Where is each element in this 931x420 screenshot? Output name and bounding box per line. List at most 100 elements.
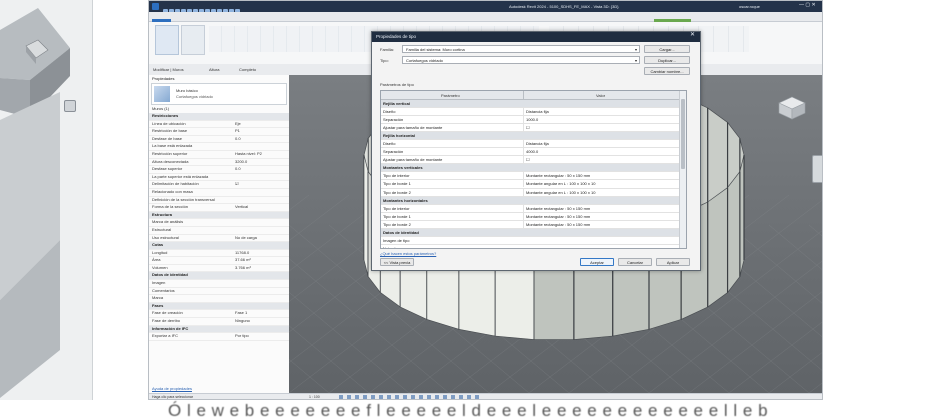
view-control-bar[interactable]: [339, 395, 479, 399]
parameter-row[interactable]: Separación 4000.0: [381, 148, 686, 157]
property-row[interactable]: La parte superior está enlazada: [149, 174, 289, 182]
property-row[interactable]: Restricción de base P1: [149, 128, 289, 136]
ok-button[interactable]: Aceptar: [580, 258, 614, 266]
property-row[interactable]: Longitud 11768.0: [149, 250, 289, 258]
apply-button[interactable]: Aplicar: [656, 258, 690, 266]
property-value[interactable]: 11768.0: [235, 250, 249, 256]
parameter-value[interactable]: 4000.0: [523, 148, 676, 156]
property-group[interactable]: Información de IFC: [149, 325, 289, 334]
property-row[interactable]: Restricción superior Hasta nivel: P2: [149, 151, 289, 159]
property-row[interactable]: Uso estructural No de carga: [149, 235, 289, 243]
parameter-group[interactable]: Rejilla horizontal: [381, 132, 686, 141]
property-row[interactable]: Desfase superior 0.0: [149, 166, 289, 174]
property-row[interactable]: Volumen 3.766 m³: [149, 265, 289, 273]
property-row[interactable]: Imagen: [149, 280, 289, 288]
grid-scrollbar[interactable]: [679, 91, 686, 248]
viewcube-icon[interactable]: [777, 95, 807, 121]
property-row[interactable]: Área 37.66 m²: [149, 257, 289, 265]
property-value[interactable]: 3.766 m³: [235, 265, 251, 271]
parameter-row[interactable]: Tipo de interior Montante rectangular : 5…: [381, 172, 686, 181]
window-controls[interactable]: — ▢ ✕: [799, 3, 816, 8]
property-value[interactable]: Vertical: [235, 204, 248, 210]
parameter-row[interactable]: Tipo de borde 1 Montante angular en L : 1…: [381, 180, 686, 189]
property-row[interactable]: Forma de la sección Vertical: [149, 204, 289, 212]
parameter-value[interactable]: Montante rectangular : 50 x 150 mm: [523, 212, 676, 220]
parameter-value[interactable]: ☐: [523, 124, 676, 132]
parameter-group[interactable]: Montantes verticales: [381, 164, 686, 173]
parameter-row[interactable]: Separación 1000.0: [381, 116, 686, 125]
view-scale[interactable]: 1 : 100: [309, 395, 320, 399]
parameter-value[interactable]: Montante rectangular : 50 x 150 mm: [523, 204, 676, 212]
property-row[interactable]: Marca de análisis: [149, 219, 289, 227]
app-logo-icon[interactable]: [152, 3, 159, 10]
parameter-row[interactable]: Nota clave: [381, 245, 686, 248]
property-row[interactable]: Desfase de base 0.0: [149, 136, 289, 144]
property-value[interactable]: Hasta nivel: P2: [235, 151, 262, 157]
parameter-row[interactable]: Tipo de borde 1 Montante rectangular : 50…: [381, 212, 686, 221]
parameter-group[interactable]: Montantes horizontales: [381, 196, 686, 205]
property-row[interactable]: Altura desconectada 3200.0: [149, 159, 289, 167]
user-name[interactable]: oscar.roque: [739, 4, 760, 9]
property-value[interactable]: Por tipo: [235, 333, 249, 339]
navigation-bar[interactable]: [812, 155, 822, 183]
parameter-value[interactable]: Montante angular en L : 100 x 100 x 10: [523, 180, 676, 188]
property-value[interactable]: No de carga: [235, 235, 257, 241]
property-value[interactable]: 0.0: [235, 166, 241, 172]
ribbon-modify-tool[interactable]: [155, 25, 179, 55]
property-row[interactable]: La base está enlazada: [149, 143, 289, 151]
property-row[interactable]: Fase de creación Fase 1: [149, 310, 289, 319]
parameter-value[interactable]: Montante rectangular : 50 x 150 mm: [523, 220, 676, 228]
instance-filter[interactable]: Muros (1): [152, 106, 169, 111]
parameter-row[interactable]: Imagen de tipo: [381, 237, 686, 245]
parameter-row[interactable]: Ajustar para tamaño de montante ☐: [381, 156, 686, 165]
viewcube-icon[interactable]: [64, 100, 76, 112]
property-row[interactable]: Marca: [149, 295, 289, 303]
property-value[interactable]: Ninguno: [235, 318, 250, 324]
left-3d-viewport[interactable]: [0, 0, 93, 400]
property-row[interactable]: Línea de ubicación Eje: [149, 121, 289, 129]
parameter-value[interactable]: ☐: [523, 156, 676, 164]
parameters-help-link[interactable]: ¿Qué hacen estos parámetros?: [380, 251, 436, 256]
property-row[interactable]: Delimitación de habitación ☑: [149, 181, 289, 189]
type-select[interactable]: Cortafuegos vidriado ▾: [402, 56, 640, 64]
parameter-row[interactable]: Ajustar para tamaño de montante ☐: [381, 124, 686, 133]
property-group[interactable]: Fases: [149, 302, 289, 311]
preview-button[interactable]: << Vista previa: [380, 258, 414, 266]
parameter-row[interactable]: Diseño Distancia fija: [381, 140, 686, 149]
property-group[interactable]: Cotas: [149, 242, 289, 250]
rename-button[interactable]: Cambiar nombre...: [644, 67, 690, 75]
parameter-group[interactable]: Datos de identidad: [381, 228, 686, 237]
parameter-value[interactable]: Distancia fija: [523, 140, 676, 148]
parameter-value[interactable]: Montante rectangular : 50 x 150 mm: [523, 172, 676, 180]
options-bar-item-complete[interactable]: Completo: [239, 67, 256, 72]
property-value[interactable]: ☑: [235, 181, 239, 187]
property-row[interactable]: Exportar a IFC Por tipo: [149, 333, 289, 341]
property-value[interactable]: 0.0: [235, 136, 241, 142]
ribbon-properties-tool[interactable]: [181, 25, 205, 55]
property-row[interactable]: Estructural: [149, 227, 289, 235]
property-value[interactable]: 3200.0: [235, 159, 247, 165]
duplicate-button[interactable]: Duplicar...: [644, 56, 690, 64]
family-select[interactable]: Familia del sistema: Muro cortina ▾: [402, 45, 640, 53]
parameter-row[interactable]: Diseño Distancia fija: [381, 108, 686, 117]
property-row[interactable]: Comentarios: [149, 288, 289, 296]
type-selector[interactable]: Muro básico Cortafuegos vidriado: [151, 83, 287, 105]
parameter-row[interactable]: Tipo de interior Montante rectangular : 5…: [381, 204, 686, 213]
parameter-group[interactable]: Rejilla vertical: [381, 100, 686, 109]
property-row[interactable]: Fase de derribo Ninguno: [149, 318, 289, 326]
load-button[interactable]: Cargar...: [644, 45, 690, 53]
property-row[interactable]: Relacionado con masa: [149, 189, 289, 197]
property-value[interactable]: Fase 1: [235, 310, 247, 316]
property-row[interactable]: Definición de la sección transversal: [149, 197, 289, 205]
property-group[interactable]: Restricciones: [149, 113, 289, 121]
options-bar-item-height[interactable]: Altura: [209, 67, 219, 72]
property-group[interactable]: Datos de identidad: [149, 272, 289, 281]
properties-help-link[interactable]: Ayuda de propiedades: [152, 386, 192, 391]
parameter-value[interactable]: Montante angular en L : 100 x 100 x 10: [523, 188, 676, 196]
cancel-button[interactable]: Cancelar: [618, 258, 652, 266]
property-group[interactable]: Estructura: [149, 211, 289, 220]
property-value[interactable]: P1: [235, 128, 240, 134]
parameter-row[interactable]: Tipo de borde 2 Montante angular en L : 1…: [381, 188, 686, 197]
parameter-value[interactable]: 1000.0: [523, 116, 676, 124]
property-value[interactable]: 37.66 m²: [235, 257, 251, 263]
